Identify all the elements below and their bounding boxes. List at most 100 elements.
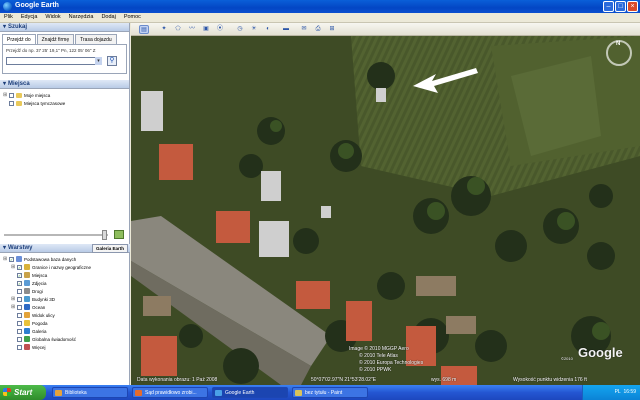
expand-icon[interactable]: ⊞ (3, 92, 8, 98)
layer-item[interactable]: Galeria (3, 327, 127, 335)
layer-icon (24, 344, 30, 350)
sun-icon[interactable]: ☀ (249, 25, 259, 34)
layer-item[interactable]: ✓ Miejsca (3, 271, 127, 279)
taskbar-item[interactable]: Biblioteka (52, 387, 128, 398)
collapse-arrow-icon: ▾ (3, 244, 7, 251)
app-icon (135, 390, 142, 396)
search-button[interactable]: ⚲ (107, 56, 117, 66)
earth-gallery-button[interactable]: Galeria Earth (91, 243, 128, 253)
clock[interactable]: 16:59 (623, 389, 636, 395)
layers-tree: ⊞ ✓ Podstawowa baza danych ⊞ ✓ Granice i nazw… (0, 253, 130, 353)
maximize-button[interactable]: □ (615, 1, 626, 12)
menu-add[interactable]: Dodaj (97, 13, 119, 21)
image-overlay-icon[interactable]: ▣ (201, 25, 211, 34)
planets-icon[interactable]: ◐ (263, 25, 273, 34)
checkbox[interactable] (17, 296, 22, 302)
path-icon[interactable]: 〰 (187, 25, 197, 34)
menu-edit[interactable]: Edycja (17, 13, 42, 21)
navigation-compass[interactable]: N (606, 40, 632, 66)
checkbox[interactable] (9, 92, 14, 98)
expand-icon[interactable]: ⊞ (3, 256, 8, 262)
places-item-my-places[interactable]: ⊞ Moje miejsca (3, 91, 126, 99)
historical-imagery-icon[interactable]: ◷ (235, 25, 245, 34)
opacity-slider-track[interactable] (4, 234, 108, 236)
search-history-dropdown[interactable]: ▾ (95, 57, 102, 65)
fly-to-label: Przejdź do (6, 48, 28, 53)
tab-fly-to[interactable]: Przejdź do (2, 34, 36, 44)
google-earth-icon (3, 2, 12, 11)
map-toolbar: ▤ ✦ ⬠ 〰 ▣ ⦿ ◷ ☀ ◐ ▬ ✉ ⎙ ⊞ (131, 23, 640, 36)
layers-panel: ▾ Warstwy Galeria Earth ⊞ ✓ Podstawowa baza… (0, 243, 130, 353)
menu-tools[interactable]: Narzędzia (65, 13, 98, 21)
search-panel-header[interactable]: ▾ Szukaj (0, 23, 129, 32)
checkbox[interactable]: ✓ (17, 264, 22, 270)
taskbar-item[interactable]: bez tytułu - Paint (292, 387, 368, 398)
sidebar-toggle-icon[interactable]: ▤ (139, 25, 149, 34)
checkbox[interactable] (17, 288, 22, 294)
email-icon[interactable]: ✉ (299, 25, 309, 34)
title-bar[interactable]: Google Earth – □ × (0, 0, 640, 13)
language-indicator[interactable]: PL (615, 389, 621, 395)
menu-file[interactable]: Plik (0, 13, 17, 21)
places-tree: ⊞ Moje miejsca Miejsca tymczasowe (0, 89, 129, 205)
expand-icon[interactable]: ⊞ (11, 304, 16, 310)
search-input[interactable] (6, 57, 102, 65)
tab-find-business[interactable]: Znajdź firmę (36, 34, 75, 44)
layer-item[interactable]: Globalna świadomość (3, 335, 127, 343)
imagery-copyright-1: Image © 2010 MGGP Aero (349, 346, 409, 352)
checkbox[interactable] (17, 328, 22, 334)
tour-button[interactable] (114, 230, 124, 239)
system-tray: PL 16:59 (582, 385, 640, 400)
close-button[interactable]: × (627, 1, 638, 12)
layer-icon (24, 320, 30, 326)
layer-item[interactable]: ⊞ Ocean (3, 303, 127, 311)
layer-item[interactable]: Pogoda (3, 319, 127, 327)
layer-item[interactable]: ⊞ Budynki 3D (3, 295, 127, 303)
google-maps-icon[interactable]: ⊞ (327, 25, 337, 34)
windows-logo-icon (3, 388, 11, 396)
layer-item[interactable]: Więcej (3, 343, 127, 351)
left-panel: ▾ Szukaj Przejdź do Znajdź firmę Trasa do… (0, 23, 130, 385)
polygon-icon[interactable]: ⬠ (173, 25, 183, 34)
places-item-temporary[interactable]: Miejsca tymczasowe (3, 99, 126, 107)
layer-item[interactable]: Widok ulicy (3, 311, 127, 319)
expand-icon[interactable]: ⊞ (11, 264, 16, 270)
places-panel-header[interactable]: ▾ Miejsca (0, 80, 129, 89)
checkbox[interactable]: ✓ (9, 256, 14, 262)
menu-help[interactable]: Pomoc (120, 13, 145, 21)
placemark-icon[interactable]: ✦ (159, 25, 169, 34)
layer-item[interactable]: Drogi (3, 287, 127, 295)
layers-panel-header[interactable]: ▾ Warstwy Galeria Earth (0, 243, 130, 253)
window-title: Google Earth (15, 2, 59, 9)
expand-icon[interactable]: ⊞ (11, 296, 16, 302)
layer-icon (24, 336, 30, 342)
layer-item[interactable]: ⊞ ✓ Podstawowa baza danych (3, 255, 127, 263)
google-earth-window: Google Earth – □ × Plik Edycja Widok Narzęd… (0, 0, 640, 400)
menu-bar: Plik Edycja Widok Narzędzia Dodaj Pomoc (0, 13, 640, 23)
checkbox[interactable]: ✓ (17, 280, 22, 286)
checkbox[interactable] (17, 312, 22, 318)
start-button[interactable]: Start (0, 385, 46, 400)
checkbox[interactable] (17, 320, 22, 326)
taskbar-item[interactable]: Google Earth (212, 387, 288, 398)
tab-directions[interactable]: Trasa dojazdu (75, 34, 117, 44)
checkbox[interactable] (17, 344, 22, 350)
imagery-copyright-3: © 2010 Europa Technologies (359, 360, 424, 366)
layer-icon (24, 328, 30, 334)
print-icon[interactable]: ⎙ (313, 25, 323, 34)
layer-item[interactable]: ⊞ ✓ Granice i nazwy geograficzne (3, 263, 127, 271)
coordinates-readout: 50°07'02.97"N 21°53'28.02"E (311, 377, 377, 383)
minimize-button[interactable]: – (603, 1, 614, 12)
ruler-icon[interactable]: ▬ (281, 25, 291, 34)
map-view[interactable]: N Image © 2010 MGGP Aero © 2010 Tele Atl… (131, 36, 640, 385)
checkbox[interactable] (17, 336, 22, 342)
layer-icon (24, 312, 30, 318)
checkbox[interactable] (9, 100, 14, 106)
opacity-slider-handle[interactable] (102, 230, 107, 240)
record-tour-icon[interactable]: ⦿ (215, 25, 225, 34)
layer-item[interactable]: ✓ Zdjęcia (3, 279, 127, 287)
checkbox[interactable]: ✓ (17, 272, 22, 278)
taskbar-item[interactable]: Sąd prawidłowo zrobi... (132, 387, 208, 398)
menu-view[interactable]: Widok (41, 13, 64, 21)
checkbox[interactable] (17, 304, 22, 310)
